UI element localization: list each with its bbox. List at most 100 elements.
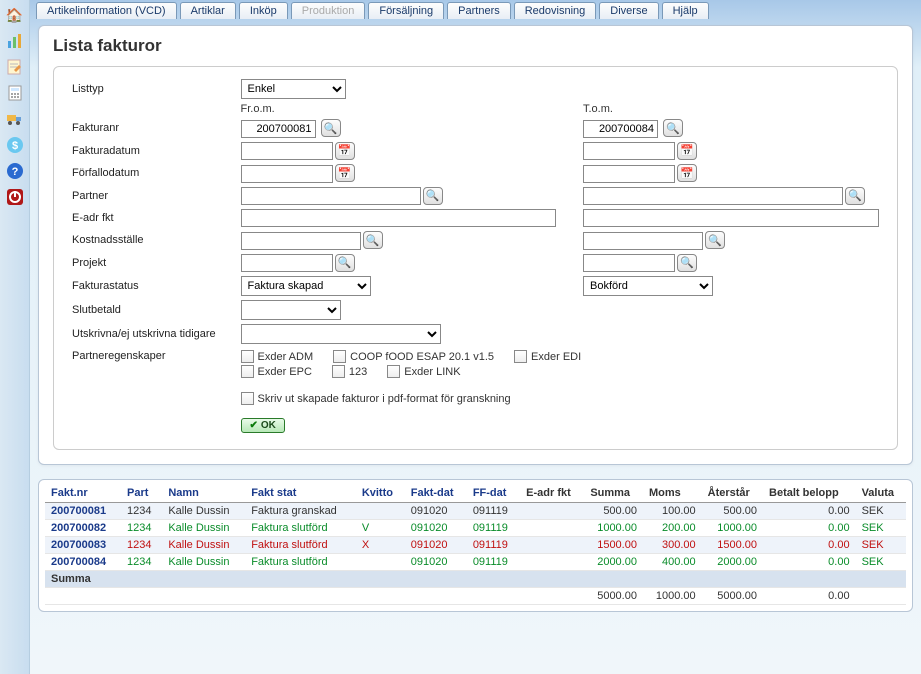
- label-projekt: Projekt: [68, 252, 237, 275]
- search-icon[interactable]: 🔍: [677, 254, 697, 272]
- page-title: Lista fakturor: [53, 36, 898, 56]
- col-fakt-dat[interactable]: Fakt-dat: [405, 484, 467, 503]
- svg-text:$: $: [11, 140, 17, 152]
- fakturadatum-to-input[interactable]: [583, 142, 675, 160]
- fakturastatus-to-select[interactable]: Bokförd: [583, 276, 713, 296]
- eadr-to-input[interactable]: [583, 209, 879, 227]
- label-from: Fr.o.m.: [237, 101, 387, 117]
- checkbox-label: 123: [349, 366, 367, 378]
- invoice-link[interactable]: 200700084: [51, 556, 106, 568]
- power-icon[interactable]: [4, 186, 26, 208]
- invoice-link[interactable]: 200700081: [51, 505, 106, 517]
- pdf-checkbox[interactable]: Skriv ut skapade fakturor i pdf-format f…: [241, 392, 511, 405]
- checkbox-exder-link[interactable]: Exder LINK: [387, 365, 460, 378]
- tab-artikelinformation-vcd-[interactable]: Artikelinformation (VCD): [36, 2, 177, 19]
- col-ff-dat[interactable]: FF-dat: [467, 484, 520, 503]
- search-icon[interactable]: 🔍: [321, 119, 341, 137]
- search-icon[interactable]: 🔍: [363, 231, 383, 249]
- chart-icon[interactable]: [4, 30, 26, 52]
- ok-button[interactable]: ✔OK: [241, 418, 285, 433]
- money-icon[interactable]: $: [4, 134, 26, 156]
- fakturastatus-from-select[interactable]: Faktura skapad: [241, 276, 371, 296]
- label-listtyp: Listtyp: [68, 77, 237, 101]
- col-kvitto[interactable]: Kvitto: [356, 484, 405, 503]
- checkbox-label: Exder EPC: [258, 366, 312, 378]
- fakturanr-to-input[interactable]: [583, 120, 658, 138]
- label-fakturadatum: Fakturadatum: [68, 140, 237, 163]
- search-icon[interactable]: 🔍: [335, 254, 355, 272]
- tab-redovisning[interactable]: Redovisning: [514, 2, 597, 19]
- ok-button-label: OK: [261, 420, 276, 431]
- col-part[interactable]: Part: [121, 484, 162, 503]
- tab-hj-lp[interactable]: Hjälp: [662, 2, 709, 19]
- fakturanr-from-input[interactable]: [241, 120, 316, 138]
- checkbox-label: Exder LINK: [404, 366, 460, 378]
- sidebar: 🏠 $ ?: [0, 0, 30, 674]
- partner-from-input[interactable]: [241, 187, 421, 205]
- partner-to-input[interactable]: [583, 187, 843, 205]
- note-icon[interactable]: [4, 56, 26, 78]
- utskrivna-select[interactable]: [241, 324, 441, 344]
- table-row: 2007000821234Kalle DussinFaktura slutför…: [45, 520, 906, 537]
- label-utskrivna: Utskrivna/ej utskrivna tidigare: [68, 322, 237, 346]
- label-slutbetald: Slutbetald: [68, 298, 237, 322]
- tab-diverse[interactable]: Diverse: [599, 2, 658, 19]
- calendar-icon[interactable]: 📅: [677, 164, 697, 182]
- tab-f-rs-ljning[interactable]: Försäljning: [368, 2, 444, 19]
- checkbox-label: Exder ADM: [258, 351, 314, 363]
- projekt-to-input[interactable]: [583, 254, 675, 272]
- kostnad-to-input[interactable]: [583, 232, 703, 250]
- projekt-from-input[interactable]: [241, 254, 333, 272]
- results-table-panel: Fakt.nrPartNamnFakt statKvittoFakt-datFF…: [38, 479, 913, 612]
- checkbox-123[interactable]: 123: [332, 365, 367, 378]
- calendar-icon[interactable]: 📅: [335, 164, 355, 182]
- sum-header-row: Summa: [45, 571, 906, 588]
- calc-icon[interactable]: [4, 82, 26, 104]
- search-icon[interactable]: 🔍: [423, 187, 443, 205]
- checkbox-label: COOP fOOD ESAP 20.1 v1.5: [350, 351, 494, 363]
- label-partner: Partner: [68, 185, 237, 208]
- invoice-link[interactable]: 200700083: [51, 539, 106, 551]
- fakturadatum-from-input[interactable]: [241, 142, 333, 160]
- tab-artiklar[interactable]: Artiklar: [180, 2, 236, 19]
- kostnad-from-input[interactable]: [241, 232, 361, 250]
- truck-icon[interactable]: [4, 108, 26, 130]
- col-valuta: Valuta: [856, 484, 906, 503]
- checkbox-exder-adm[interactable]: Exder ADM: [241, 350, 314, 363]
- col-fakt-nr[interactable]: Fakt.nr: [45, 484, 121, 503]
- pdf-checkbox-label: Skriv ut skapade fakturor i pdf-format f…: [258, 393, 511, 405]
- search-icon[interactable]: 🔍: [705, 231, 725, 249]
- calendar-icon[interactable]: 📅: [335, 142, 355, 160]
- invoice-link[interactable]: 200700082: [51, 522, 106, 534]
- listtyp-select[interactable]: Enkel: [241, 79, 346, 99]
- tab-partners[interactable]: Partners: [447, 2, 511, 19]
- label-partneregenskaper: Partneregenskaper: [68, 346, 237, 382]
- table-row: 2007000841234Kalle DussinFaktura slutför…: [45, 554, 906, 571]
- help-icon[interactable]: ?: [4, 160, 26, 182]
- eadr-from-input[interactable]: [241, 209, 556, 227]
- checkbox-exder-edi[interactable]: Exder EDI: [514, 350, 581, 363]
- checkbox-exder-epc[interactable]: Exder EPC: [241, 365, 312, 378]
- col-betalt-belopp: Betalt belopp: [763, 484, 856, 503]
- table-row: 2007000811234Kalle DussinFaktura granska…: [45, 503, 906, 520]
- label-kostnad: Kostnadsställe: [68, 229, 237, 252]
- col-namn[interactable]: Namn: [162, 484, 245, 503]
- col-fakt-stat[interactable]: Fakt stat: [245, 484, 356, 503]
- col-e-adr-fkt: E-adr fkt: [520, 484, 584, 503]
- checkbox-coop-food-esap-20-1-v1-5[interactable]: COOP fOOD ESAP 20.1 v1.5: [333, 350, 494, 363]
- home-icon[interactable]: 🏠: [4, 4, 26, 26]
- label-fakturanr: Fakturanr: [68, 117, 237, 140]
- slutbetald-select[interactable]: [241, 300, 341, 320]
- col-summa: Summa: [584, 484, 643, 503]
- label-eadr: E-adr fkt: [68, 207, 237, 229]
- forfallodatum-from-input[interactable]: [241, 165, 333, 183]
- tabbar: Artikelinformation (VCD)ArtiklarInköpPro…: [30, 0, 921, 19]
- col--terst-r: Återstår: [702, 484, 763, 503]
- calendar-icon[interactable]: 📅: [677, 142, 697, 160]
- col-moms: Moms: [643, 484, 702, 503]
- forfallodatum-to-input[interactable]: [583, 165, 675, 183]
- tab-ink-p[interactable]: Inköp: [239, 2, 288, 19]
- search-icon[interactable]: 🔍: [845, 187, 865, 205]
- search-icon[interactable]: 🔍: [663, 119, 683, 137]
- label-tom: T.o.m.: [579, 101, 883, 117]
